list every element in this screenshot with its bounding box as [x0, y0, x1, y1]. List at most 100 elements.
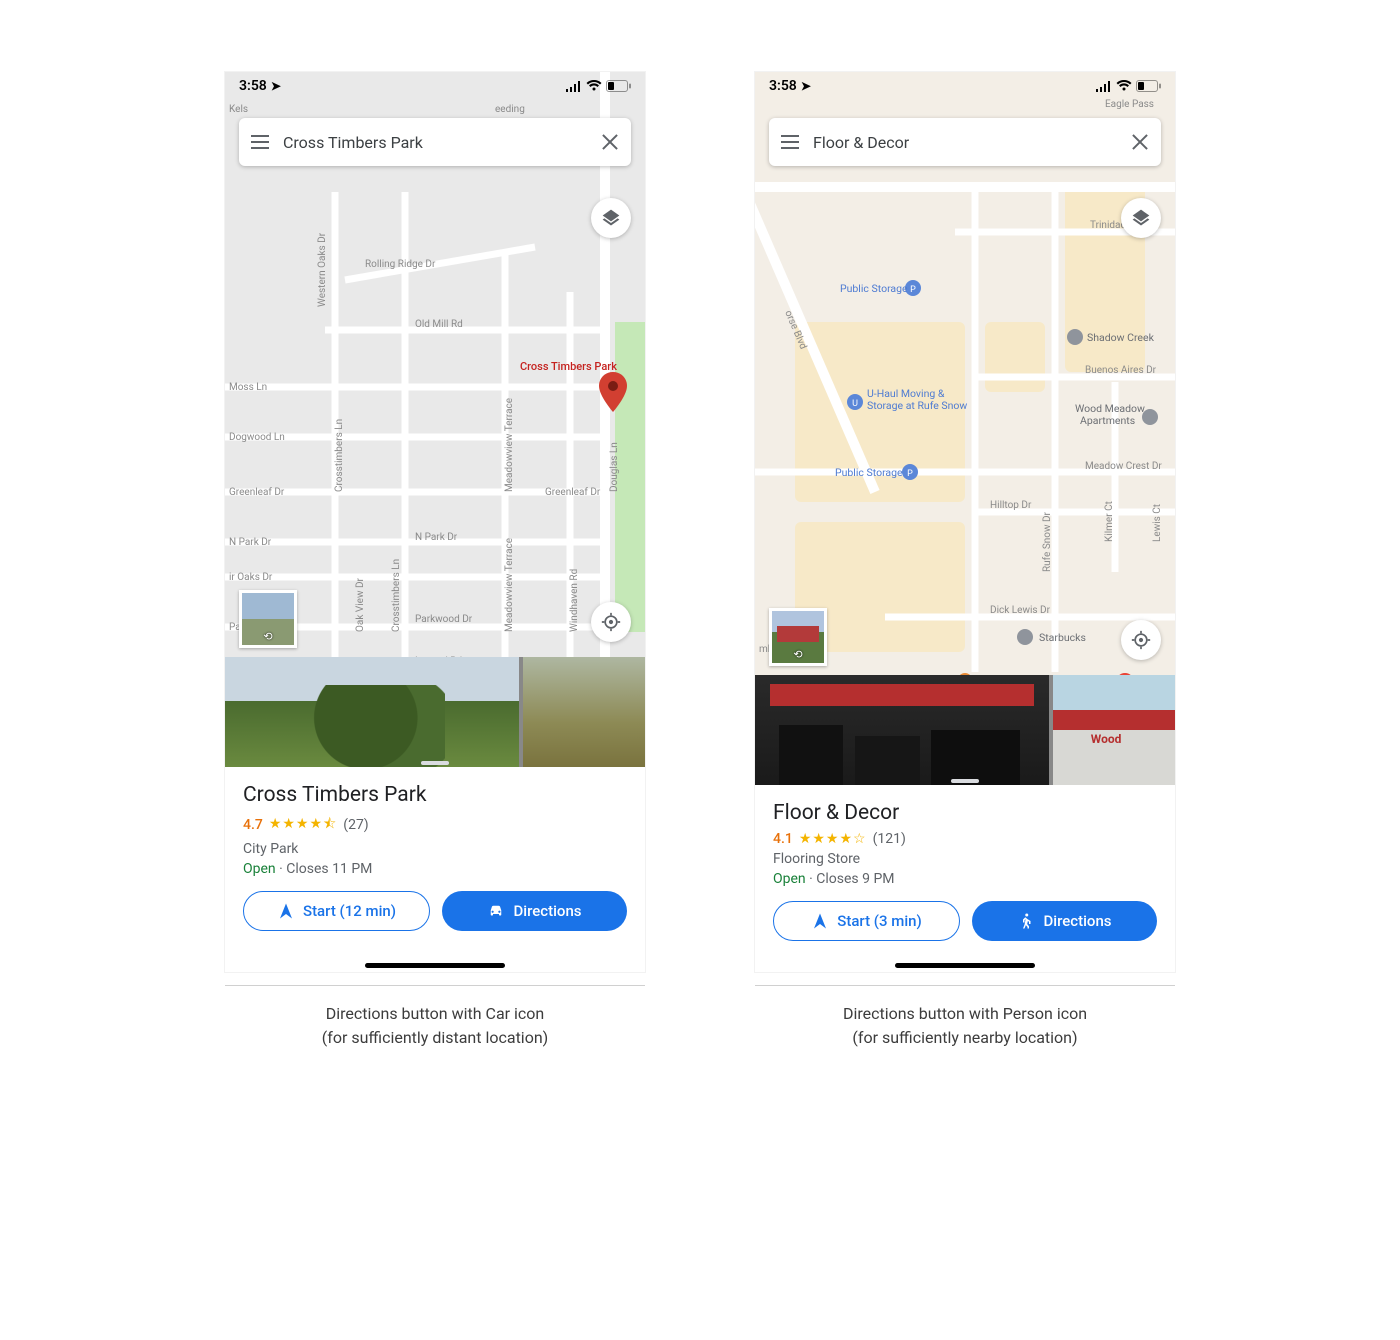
crosshair-icon [1131, 630, 1151, 650]
start-button[interactable]: Start (3 min) [773, 901, 960, 941]
drag-handle[interactable] [421, 761, 449, 765]
place-photo-1[interactable] [755, 675, 1049, 785]
recenter-button[interactable] [591, 602, 631, 642]
layers-icon [601, 208, 621, 228]
svg-text:Meadowview Terrace: Meadowview Terrace [504, 398, 515, 492]
svg-text:N Park Dr: N Park Dr [229, 537, 272, 548]
battery-icon [606, 80, 631, 92]
rating-row: 4.1 ★★★★☆ (121) [773, 831, 1157, 847]
svg-text:Meadowview Terrace: Meadowview Terrace [504, 538, 515, 632]
poi-public-storage-1[interactable]: P Public Storage [840, 280, 921, 296]
poi-public-storage-2[interactable]: P Public Storage [835, 464, 918, 480]
svg-text:eeding: eeding [495, 104, 525, 115]
poi-shadow-creek[interactable]: Shadow Creek [1067, 329, 1155, 345]
photo-strip[interactable]: Wood [755, 675, 1175, 785]
place-photo-2[interactable]: Wood [1053, 675, 1175, 785]
review-count: (121) [873, 831, 906, 847]
navigation-icon [811, 912, 829, 930]
open-status: Open [773, 871, 806, 887]
svg-text:Douglas Ln: Douglas Ln [609, 442, 620, 492]
svg-text:Meadow Crest Dr: Meadow Crest Dr [1085, 461, 1162, 472]
svg-text:Starbucks: Starbucks [1039, 631, 1086, 644]
clear-search-icon[interactable] [601, 133, 619, 151]
rating-value: 4.1 [773, 831, 793, 847]
search-bar[interactable]: Cross Timbers Park [239, 118, 631, 166]
home-indicator[interactable] [895, 963, 1035, 968]
start-button[interactable]: Start (12 min) [243, 891, 430, 931]
place-type: Flooring Store [773, 851, 1157, 867]
clear-search-icon[interactable] [1131, 133, 1149, 151]
svg-text:Kels: Kels [229, 104, 248, 115]
layers-button[interactable] [591, 198, 631, 238]
home-indicator[interactable] [365, 963, 505, 968]
start-button-label: Start (3 min) [837, 912, 922, 930]
crosshair-icon [601, 612, 621, 632]
svg-text:Greenleaf Dr: Greenleaf Dr [545, 486, 601, 498]
recenter-button[interactable] [1121, 620, 1161, 660]
svg-text:Shadow Creek: Shadow Creek [1087, 331, 1155, 344]
place-type: City Park [243, 841, 627, 857]
closing-time: Closes 11 PM [286, 861, 372, 877]
place-info-card[interactable]: Cross Timbers Park 4.7 ★★★★⯪ (27) City P… [225, 767, 645, 972]
directions-button-label: Directions [1043, 912, 1111, 930]
caption-left: Directions button with Car icon (for suf… [225, 985, 645, 1050]
directions-button[interactable]: Directions [442, 891, 627, 931]
place-photo-1[interactable] [225, 657, 519, 767]
rotate-icon: ⟲ [793, 648, 802, 661]
svg-text:Moss Ln: Moss Ln [229, 382, 267, 393]
place-info-card[interactable]: Floor & Decor 4.1 ★★★★☆ (121) Flooring S… [755, 785, 1175, 972]
rating-stars: ★★★★☆ [799, 831, 867, 847]
svg-text:Kilmer Ct: Kilmer Ct [1104, 501, 1115, 542]
layers-button[interactable] [1121, 198, 1161, 238]
layers-icon [1131, 208, 1151, 228]
caption-line-1: Directions button with Person icon [755, 1002, 1175, 1026]
photo-strip[interactable] [225, 657, 645, 767]
hours-row: Open · Closes 9 PM [773, 871, 1157, 887]
svg-text:ir Oaks Dr: ir Oaks Dr [229, 572, 273, 583]
svg-text:Wood MeadowApartments: Wood MeadowApartments [1075, 402, 1145, 427]
phone-right: Eagle Pass Trinidad Dr Buenos Aires Dr M… [755, 72, 1175, 972]
rating-row: 4.7 ★★★★⯪ (27) [243, 813, 627, 837]
menu-icon[interactable] [251, 135, 269, 149]
wifi-icon [1116, 80, 1132, 92]
svg-text:N Park Dr: N Park Dr [415, 532, 458, 543]
open-status: Open [243, 861, 276, 877]
svg-text:Public Storage: Public Storage [835, 466, 903, 479]
status-icons [1095, 80, 1161, 92]
caption-line-2: (for sufficiently nearby location) [755, 1026, 1175, 1050]
directions-button-label: Directions [513, 902, 581, 920]
svg-text:Dick Lewis Dr: Dick Lewis Dr [990, 605, 1051, 616]
svg-text:Dogwood Ln: Dogwood Ln [229, 432, 285, 443]
svg-text:Oak View Dr: Oak View Dr [355, 577, 366, 632]
battery-icon [1136, 80, 1161, 92]
poi-starbucks[interactable]: Starbucks [1017, 629, 1086, 645]
car-icon [487, 902, 505, 920]
search-bar[interactable]: Floor & Decor [769, 118, 1161, 166]
drag-handle[interactable] [951, 779, 979, 783]
svg-text:Crosstimbers Ln: Crosstimbers Ln [334, 419, 345, 492]
place-title: Floor & Decor [773, 801, 1157, 825]
svg-text:Western Oaks Dr: Western Oaks Dr [317, 232, 328, 307]
status-time: 3:58 [239, 78, 267, 94]
svg-text:Old Mill Rd: Old Mill Rd [415, 319, 463, 330]
search-query-text[interactable]: Cross Timbers Park [283, 133, 587, 152]
directions-button[interactable]: Directions [972, 901, 1157, 941]
caption-line-2: (for sufficiently distant location) [225, 1026, 645, 1050]
svg-text:Greenleaf Dr: Greenleaf Dr [229, 486, 285, 498]
menu-icon[interactable] [781, 135, 799, 149]
wifi-icon [586, 80, 602, 92]
svg-text:Lewis Ct: Lewis Ct [1152, 504, 1163, 542]
rating-stars: ★★★★⯪ [269, 813, 337, 837]
closing-time: Closes 9 PM [816, 871, 894, 887]
status-time: 3:58 [769, 78, 797, 94]
street-view-thumb[interactable]: ⟲ [769, 608, 827, 666]
caption-right: Directions button with Person icon (for … [755, 985, 1175, 1050]
navigation-icon [277, 902, 295, 920]
svg-text:Cross Timbers Park: Cross Timbers Park [520, 360, 617, 373]
search-query-text[interactable]: Floor & Decor [813, 133, 1117, 152]
street-view-thumb[interactable]: ⟲ [239, 590, 297, 648]
walk-icon [1017, 912, 1035, 930]
hours-row: Open · Closes 11 PM [243, 861, 627, 877]
cellular-icon [1095, 81, 1112, 92]
place-photo-2[interactable] [523, 657, 645, 767]
